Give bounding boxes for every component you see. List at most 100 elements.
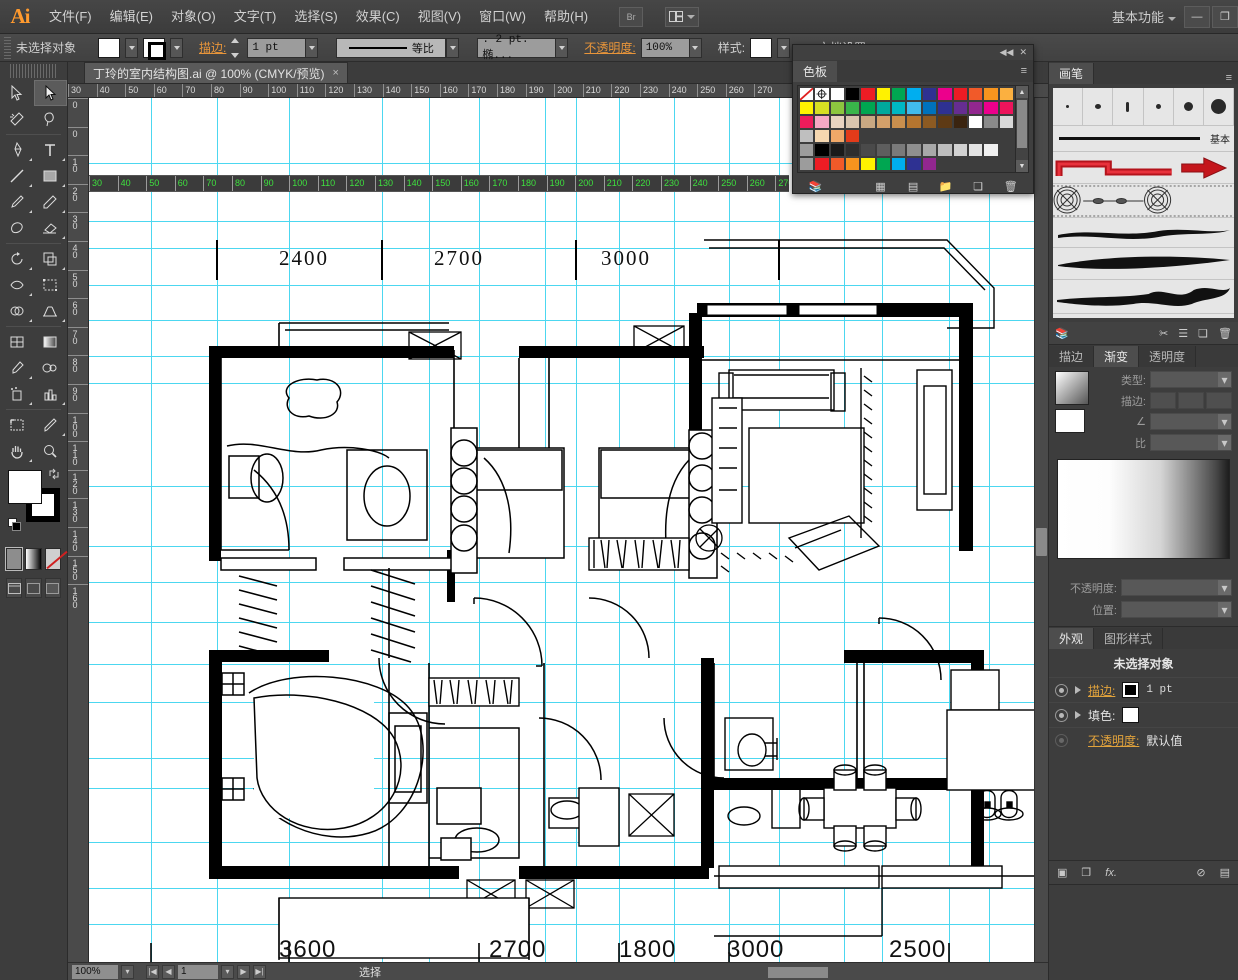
stroke-profile-preview[interactable]: 等比: [336, 37, 447, 58]
swatch-cell[interactable]: [921, 157, 938, 171]
swatch-cell[interactable]: [829, 157, 846, 171]
fx-icon[interactable]: fx.: [1105, 867, 1117, 879]
tab-brushes[interactable]: 画笔: [1049, 63, 1095, 84]
next-artboard-button[interactable]: ▶: [237, 964, 250, 979]
delete-item-icon[interactable]: ▤: [1220, 866, 1230, 879]
swatches-scrollbar[interactable]: ▲ ▼: [1015, 86, 1028, 172]
close-icon[interactable]: ✕: [1019, 47, 1027, 58]
swatch-cell[interactable]: [952, 129, 968, 143]
appearance-stroke-weight[interactable]: 1 pt: [1146, 684, 1172, 696]
shape-builder-tool[interactable]: [0, 298, 34, 324]
tab-transparency[interactable]: 透明度: [1139, 346, 1197, 367]
opacity-input[interactable]: 100%: [640, 37, 689, 58]
zoom-dropdown-arrow[interactable]: ▾: [121, 964, 134, 979]
swatch-cell[interactable]: [799, 157, 815, 171]
normal-screen-mode-icon[interactable]: [6, 578, 23, 598]
brush-item[interactable]: [1174, 88, 1204, 125]
swatch-cell[interactable]: [829, 87, 846, 101]
swatch-cell[interactable]: [921, 101, 938, 115]
swatch-cell[interactable]: [921, 87, 938, 101]
minimize-button[interactable]: —: [1184, 5, 1210, 28]
line-segment-tool[interactable]: [0, 163, 34, 189]
close-icon[interactable]: ×: [333, 67, 339, 79]
document-tab[interactable]: 丁玲的室内结构图.ai @ 100% (CMYK/预览) ×: [84, 62, 348, 83]
brushes-list[interactable]: 基本: [1053, 88, 1234, 318]
fill-color-swatch[interactable]: [98, 37, 121, 58]
brush-options-icon[interactable]: ☰: [1178, 327, 1188, 340]
swatches-panel-titlebar[interactable]: ◀◀ ✕: [793, 45, 1033, 60]
swatch-cell[interactable]: [891, 129, 907, 143]
swatch-cell[interactable]: [829, 129, 846, 143]
swatch-cell[interactable]: [799, 129, 815, 143]
swatch-cell[interactable]: [799, 87, 815, 101]
swatch-cell[interactable]: [967, 87, 984, 101]
swatch-cell[interactable]: [845, 157, 861, 171]
swatch-cell[interactable]: [799, 101, 815, 115]
swatch-cell[interactable]: [814, 157, 830, 171]
stroke-weight-label[interactable]: 描边:: [199, 39, 226, 56]
swatch-cell[interactable]: [891, 157, 907, 171]
swatch-cell[interactable]: [860, 157, 876, 171]
direct-selection-tool[interactable]: [33, 80, 67, 106]
first-artboard-button[interactable]: |◀: [146, 964, 159, 979]
swatch-cell[interactable]: [983, 115, 999, 129]
go-to-bridge-icon[interactable]: Br: [619, 6, 644, 27]
swatch-cell[interactable]: [906, 87, 922, 101]
swatch-cell[interactable]: [998, 157, 1014, 171]
menu-window[interactable]: 窗口(W): [470, 0, 535, 34]
swatch-cell[interactable]: [998, 115, 1014, 129]
swatch-cell[interactable]: [875, 129, 892, 143]
none-mode-button[interactable]: [44, 548, 61, 570]
visibility-eye-icon[interactable]: [1055, 708, 1068, 722]
duplicate-item-icon[interactable]: ❐: [1081, 866, 1091, 879]
scroll-up-icon[interactable]: ▲: [1016, 86, 1028, 98]
swatch-cell[interactable]: [921, 115, 938, 129]
swatch-cell[interactable]: [829, 101, 846, 115]
brush-definition-input[interactable]: . 2 pt. 椭...: [477, 34, 556, 62]
brush-row-basic[interactable]: 基本: [1053, 126, 1234, 152]
brush-definition-dropdown-arrow[interactable]: [555, 37, 569, 58]
swatch-cell[interactable]: [952, 101, 968, 115]
brush-item[interactable]: [1113, 88, 1144, 125]
collapse-icon[interactable]: ◀◀: [1000, 47, 1014, 58]
swatch-cell[interactable]: [983, 157, 999, 171]
delete-brush-icon[interactable]: 🗑: [1218, 327, 1232, 340]
swatch-cell[interactable]: [814, 87, 830, 101]
swatch-cell[interactable]: [906, 129, 922, 143]
swatch-cell[interactable]: [906, 143, 922, 157]
swatch-cell[interactable]: [906, 157, 922, 171]
blend-tool[interactable]: [34, 355, 68, 381]
brush-libraries-icon[interactable]: 📚: [1055, 327, 1069, 340]
vertical-scrollbar[interactable]: [1034, 98, 1048, 966]
color-mode-button[interactable]: [6, 548, 23, 570]
panel-menu-icon[interactable]: ≡: [1220, 72, 1238, 84]
panel-menu-icon[interactable]: ≡: [1015, 65, 1033, 77]
canvas[interactable]: 2400 2700 3000 3600 2700 1800 3000 2500: [89, 98, 1116, 980]
gradient-mode-button[interactable]: [25, 548, 42, 570]
expand-triangle-icon[interactable]: [1075, 686, 1081, 694]
paintbrush-tool[interactable]: [0, 189, 34, 215]
artboard-tool[interactable]: [0, 412, 34, 438]
swatch-cell[interactable]: [891, 87, 907, 101]
swatch-cell[interactable]: [814, 129, 830, 143]
delete-swatch-icon[interactable]: 🗑: [994, 180, 1027, 193]
stroke-dropdown-arrow[interactable]: [170, 37, 184, 58]
perspective-grid-tool[interactable]: [34, 298, 68, 324]
swatch-cell[interactable]: [875, 115, 892, 129]
brush-row-pattern[interactable]: [1053, 184, 1234, 218]
fill-dropdown-arrow[interactable]: [125, 37, 139, 58]
vertical-ruler[interactable]: 0 0 10 20 30 40 50 60 70 80 90 100 110 120 130 140 150 16…: [68, 98, 89, 980]
swatch-cell[interactable]: [937, 157, 953, 171]
arrange-documents-icon[interactable]: [665, 6, 700, 27]
graphic-style-swatch[interactable]: [750, 37, 773, 58]
swap-fill-stroke-icon[interactable]: [48, 468, 60, 480]
fullscreen-mode-icon[interactable]: [44, 578, 61, 598]
swatch-cell[interactable]: [921, 129, 938, 143]
swatch-cell[interactable]: [952, 157, 968, 171]
swatch-cell[interactable]: [967, 115, 984, 129]
zoom-level-input[interactable]: 100%: [72, 964, 118, 979]
appearance-stroke-label[interactable]: 描边:: [1088, 682, 1115, 699]
floor-plan-drawing[interactable]: [89, 98, 1034, 966]
menu-object[interactable]: 对象(O): [162, 0, 225, 34]
remove-brush-stroke-icon[interactable]: ✂: [1159, 327, 1168, 340]
